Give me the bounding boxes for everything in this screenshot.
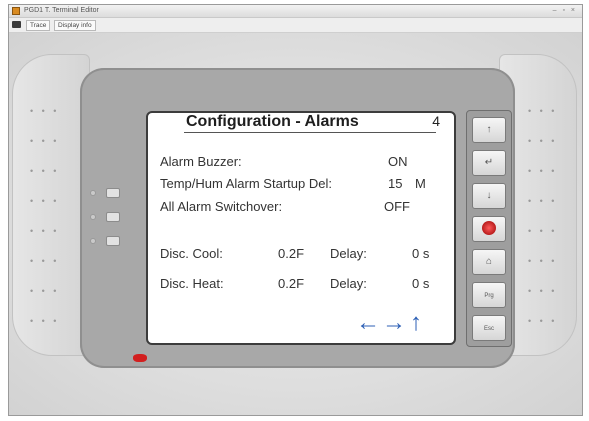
title-underline — [184, 132, 436, 133]
led-indicator — [90, 238, 96, 244]
grille-dots: • • • — [528, 106, 558, 116]
enter-icon: ↵ — [484, 157, 494, 168]
disc-heat-label: Disc. Heat: — [160, 276, 224, 291]
down-key[interactable]: ↓ — [472, 183, 506, 209]
down-arrow-icon: ↓ — [486, 190, 492, 201]
brand-logo — [133, 354, 147, 362]
up-arrow-icon: ↑ — [486, 124, 492, 135]
led-light — [106, 212, 120, 222]
page-number: 4 — [432, 113, 440, 129]
esc-icon: Esc — [483, 326, 494, 332]
alarm-buzzer-value[interactable]: ON — [388, 154, 408, 169]
enter-key[interactable]: ↵ — [472, 150, 506, 176]
tab-display-info[interactable]: Display info — [54, 20, 96, 31]
grille-dots: • • • — [528, 166, 558, 176]
app-icon — [12, 7, 20, 15]
prg-icon: Prg — [484, 293, 494, 299]
disc-heat-delay-label: Delay: — [330, 276, 367, 291]
lcd-screen: Configuration - Alarms 4 Alarm Buzzer: O… — [146, 111, 456, 345]
page-title: Configuration - Alarms — [186, 113, 359, 130]
title-bar: PGD1 T. Terminal Editor – ▫ × — [9, 5, 582, 18]
grille-dots: • • • — [30, 196, 60, 206]
esc-key[interactable]: Esc — [472, 315, 506, 341]
home-key[interactable]: ⌂ — [472, 249, 506, 275]
led-indicator — [90, 214, 96, 220]
left-arrow-icon: ← — [356, 309, 380, 336]
startup-delay-value[interactable]: 15 — [388, 176, 402, 191]
window-title: PGD1 T. Terminal Editor — [24, 7, 99, 14]
grille-dots: • • • — [528, 136, 558, 146]
grille-dots: • • • — [30, 316, 60, 326]
alarm-switchover-value[interactable]: OFF — [384, 199, 410, 214]
disc-cool-delay-value[interactable]: 0 s — [412, 246, 429, 261]
status-leds — [88, 188, 128, 258]
alarm-key[interactable] — [472, 216, 506, 242]
disc-cool-value[interactable]: 0.2F — [278, 246, 304, 261]
grille-dots: • • • — [528, 256, 558, 266]
alarm-icon — [482, 221, 496, 236]
window-controls[interactable]: – ▫ × — [553, 5, 577, 17]
grille-dots: • • • — [30, 286, 60, 296]
home-icon: ⌂ — [485, 256, 493, 267]
grille-dots: • • • — [528, 226, 558, 236]
alarm-switchover-label: All Alarm Switchover: — [160, 199, 283, 214]
right-arrow-icon: → — [382, 309, 406, 336]
startup-delay-label: Temp/Hum Alarm Startup Del: — [160, 176, 332, 191]
startup-delay-unit: M — [415, 176, 426, 191]
grille-dots: • • • — [30, 256, 60, 266]
disc-heat-value[interactable]: 0.2F — [278, 276, 304, 291]
disc-heat-delay-value[interactable]: 0 s — [412, 276, 429, 291]
led-light — [106, 236, 120, 246]
grille-dots: • • • — [30, 166, 60, 176]
up-key[interactable]: ↑ — [472, 117, 506, 143]
prg-key[interactable]: Prg — [472, 282, 506, 308]
menu-bar: Trace Display info — [9, 18, 582, 33]
grille-dots: • • • — [528, 316, 558, 326]
grille-dots: • • • — [30, 136, 60, 146]
led-light — [106, 188, 120, 198]
up-arrow-icon: ↑ — [410, 309, 422, 336]
disc-cool-label: Disc. Cool: — [160, 246, 223, 261]
keypad: ↑ ↵ ↓ ⌂ Prg Esc — [466, 110, 512, 347]
grille-dots: • • • — [528, 286, 558, 296]
tab-trace[interactable]: Trace — [26, 20, 51, 31]
grille-dots: • • • — [30, 226, 60, 236]
alarm-buzzer-label: Alarm Buzzer: — [160, 154, 242, 169]
disc-cool-delay-label: Delay: — [330, 246, 367, 261]
grille-dots: • • • — [528, 196, 558, 206]
led-indicator — [90, 190, 96, 196]
keyboard-icon[interactable] — [12, 21, 21, 28]
grille-dots: • • • — [30, 106, 60, 116]
